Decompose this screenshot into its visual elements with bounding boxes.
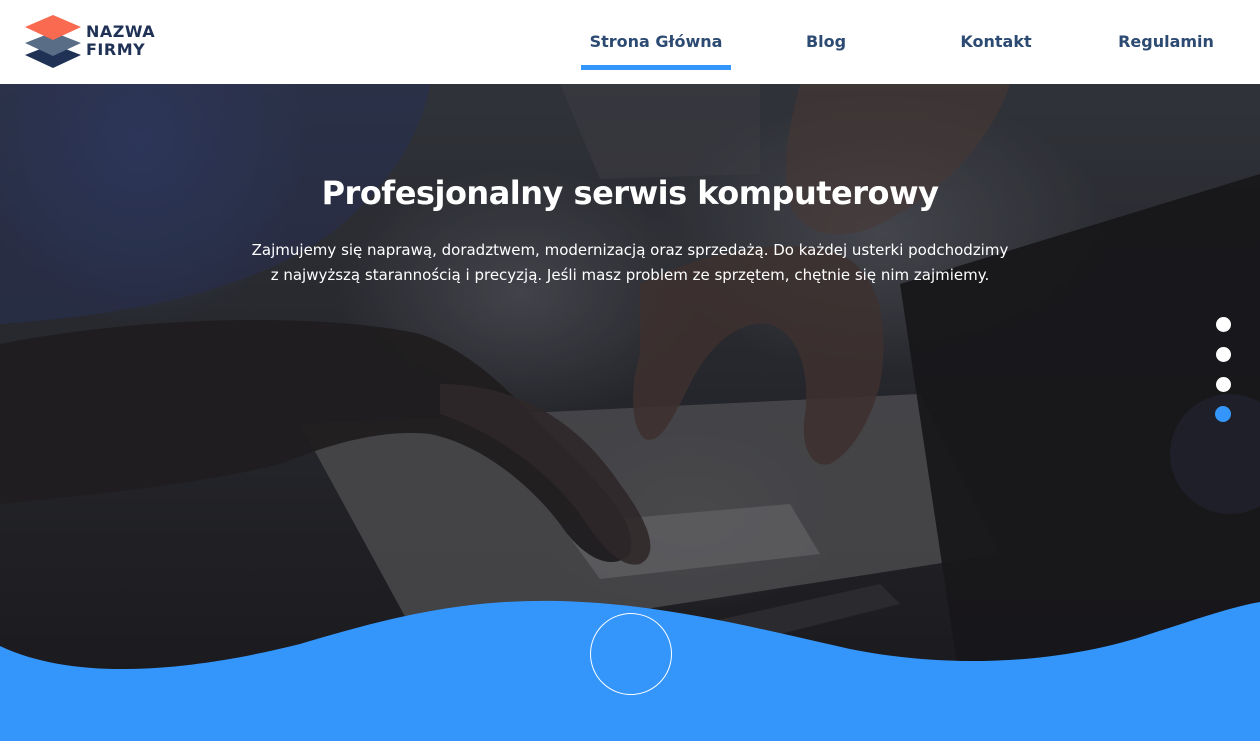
active-nav-indicator (581, 65, 731, 70)
nav-item-label: Blog (805, 32, 847, 51)
nav-item-blog[interactable]: Blog (751, 0, 901, 84)
scroll-down-button[interactable] (590, 613, 672, 695)
logo-text: NAZWA FIRMY (86, 23, 155, 59)
nav-item-contact[interactable]: Kontakt (921, 0, 1071, 84)
page: NAZWA FIRMY Strona Główna Blog Kontakt R… (0, 0, 1260, 741)
logo-line-2: FIRMY (86, 40, 146, 59)
logo-line-1: NAZWA (86, 22, 156, 41)
nav-item-home[interactable]: Strona Główna (581, 0, 731, 84)
logo-layers-icon (25, 15, 81, 68)
nav-item-label: Kontakt (960, 32, 1032, 51)
nav-item-label: Regulamin (1118, 32, 1214, 51)
nav-item-terms[interactable]: Regulamin (1091, 0, 1241, 84)
company-logo[interactable]: NAZWA FIRMY (24, 14, 164, 70)
site-header: NAZWA FIRMY Strona Główna Blog Kontakt R… (0, 0, 1260, 84)
hero-section: Profesjonalny serwis komputerowy Zajmuje… (0, 84, 1260, 741)
nav-item-label: Strona Główna (589, 32, 723, 51)
